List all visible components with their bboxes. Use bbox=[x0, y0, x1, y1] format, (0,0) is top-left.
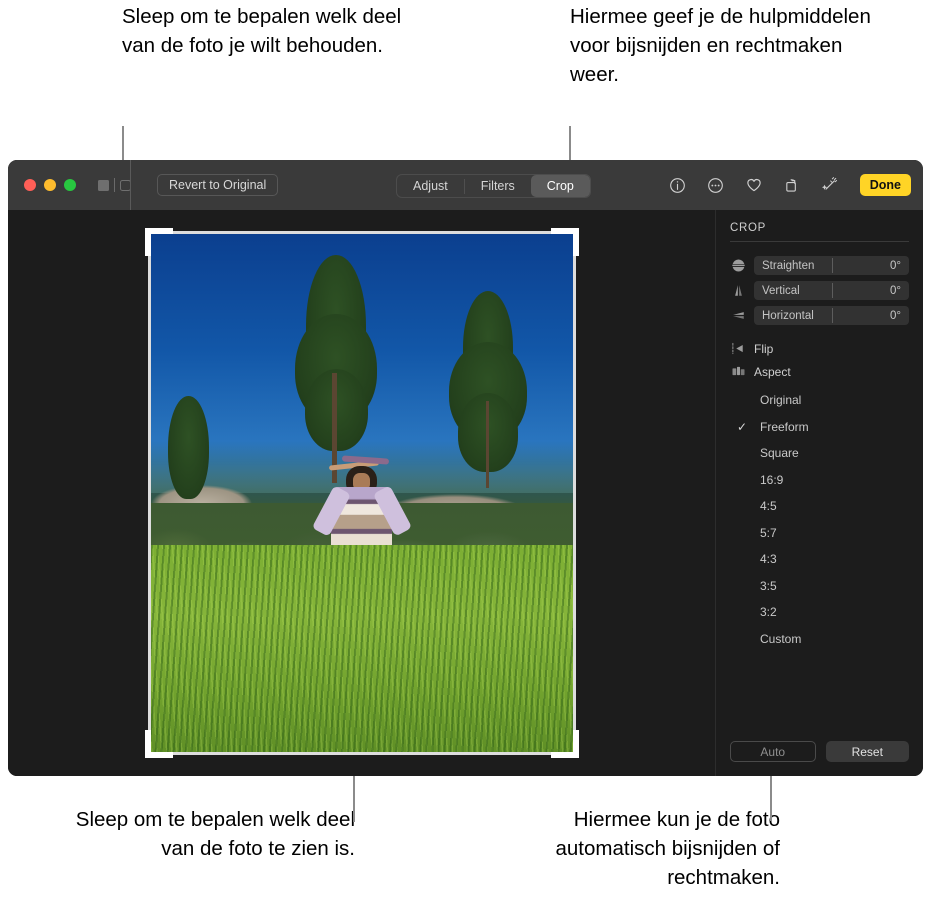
aspect-option-freeform[interactable]: ✓ Freeform bbox=[730, 414, 909, 441]
aspect-option-label: 4:5 bbox=[760, 499, 777, 514]
photo-pine-tree-right bbox=[446, 290, 530, 488]
show-sidebar-icon[interactable] bbox=[98, 179, 109, 191]
aspect-option-square[interactable]: Square bbox=[730, 440, 909, 467]
aspect-option-5-7[interactable]: 5:7 bbox=[730, 520, 909, 547]
revert-to-original-button[interactable]: Revert to Original bbox=[157, 174, 279, 196]
photo-image[interactable] bbox=[150, 234, 573, 752]
aspect-option-label: 4:3 bbox=[760, 552, 777, 567]
vertical-slider-field[interactable]: Vertical 0° bbox=[754, 281, 909, 300]
aspect-icon bbox=[730, 364, 746, 380]
aspect-menu-item[interactable]: Aspect bbox=[730, 360, 909, 383]
slider-row-vertical[interactable]: Vertical 0° bbox=[730, 281, 909, 300]
more-options-icon[interactable] bbox=[706, 175, 726, 195]
tab-adjust[interactable]: Adjust bbox=[397, 175, 464, 197]
toggle-divider bbox=[114, 178, 115, 192]
auto-button[interactable]: Auto bbox=[730, 741, 816, 762]
aspect-label: Aspect bbox=[754, 364, 791, 379]
straighten-center-tick bbox=[831, 258, 833, 273]
photo-canvas[interactable] bbox=[8, 210, 715, 776]
callout-top-left: Sleep om te bepalen welk deel van de fot… bbox=[122, 5, 402, 57]
reset-button[interactable]: Reset bbox=[825, 741, 909, 762]
aspect-option-label: 3:5 bbox=[760, 578, 777, 593]
aspect-option-label: Square bbox=[760, 446, 799, 461]
aspect-option-16-9[interactable]: 16:9 bbox=[730, 467, 909, 494]
crop-edge-bottom[interactable] bbox=[147, 752, 576, 755]
aspect-selected-checkmark-icon: ✓ bbox=[736, 419, 748, 434]
flip-menu-item[interactable]: Flip bbox=[730, 337, 909, 360]
slider-row-straighten[interactable]: Straighten 0° bbox=[730, 256, 909, 275]
rotate-icon[interactable] bbox=[782, 175, 802, 195]
tab-filters[interactable]: Filters bbox=[465, 175, 531, 197]
horizontal-perspective-icon bbox=[730, 308, 746, 324]
info-icon[interactable] bbox=[668, 175, 688, 195]
straighten-slider-field[interactable]: Straighten 0° bbox=[754, 256, 909, 275]
sidebar-toggle-group bbox=[98, 178, 131, 192]
vertical-center-tick bbox=[831, 283, 833, 298]
photo-tall-grass bbox=[150, 544, 573, 752]
aspect-option-4-3[interactable]: 4:3 bbox=[730, 546, 909, 573]
panel-divider bbox=[730, 241, 909, 242]
crop-tools-panel: CROP Straighten 0° Vertical 0° Horizonta… bbox=[715, 210, 923, 776]
screenshot-root: Sleep om te bepalen welk deel van de fot… bbox=[0, 0, 931, 910]
crop-region[interactable] bbox=[144, 228, 579, 758]
flip-label: Flip bbox=[754, 341, 774, 356]
traffic-light-controls bbox=[24, 179, 76, 191]
aspect-option-4-5[interactable]: 4:5 bbox=[730, 493, 909, 520]
minimize-window-button[interactable] bbox=[44, 179, 56, 191]
vertical-value: 0° bbox=[890, 284, 901, 297]
aspect-option-original[interactable]: Original bbox=[730, 387, 909, 414]
aspect-option-3-5[interactable]: 3:5 bbox=[730, 573, 909, 600]
horizontal-center-tick bbox=[831, 308, 833, 323]
panel-footer: Auto Reset bbox=[730, 741, 909, 762]
close-window-button[interactable] bbox=[24, 179, 36, 191]
slider-row-horizontal[interactable]: Horizontal 0° bbox=[730, 306, 909, 325]
tab-crop[interactable]: Crop bbox=[530, 175, 590, 197]
aspect-option-custom[interactable]: Custom bbox=[730, 626, 909, 653]
enhance-magic-wand-icon[interactable] bbox=[820, 175, 840, 195]
aspect-option-3-2[interactable]: 3:2 bbox=[730, 599, 909, 626]
toolbar-divider bbox=[130, 160, 131, 210]
aspect-option-label: 3:2 bbox=[760, 605, 777, 620]
straighten-icon bbox=[730, 258, 746, 274]
vertical-label: Vertical bbox=[762, 284, 800, 297]
done-button[interactable]: Done bbox=[859, 174, 911, 196]
horizontal-slider-field[interactable]: Horizontal 0° bbox=[754, 306, 909, 325]
aspect-option-label: Custom bbox=[760, 631, 802, 646]
aspect-option-label: 16:9 bbox=[760, 472, 784, 487]
aspect-option-label: Original bbox=[760, 393, 802, 408]
zoom-window-button[interactable] bbox=[64, 179, 76, 191]
photos-editor-window: Revert to Original Adjust Filters Crop D… bbox=[8, 160, 923, 776]
window-body: CROP Straighten 0° Vertical 0° Horizonta… bbox=[8, 210, 923, 776]
vertical-perspective-icon bbox=[730, 283, 746, 299]
edit-mode-segmented-control: Adjust Filters Crop bbox=[396, 174, 591, 198]
horizontal-label: Horizontal bbox=[762, 309, 814, 322]
toolbar-icon-group: Done bbox=[668, 160, 911, 210]
horizontal-value: 0° bbox=[890, 309, 901, 322]
straighten-value: 0° bbox=[890, 259, 901, 272]
flip-icon bbox=[730, 341, 746, 357]
crop-edge-right[interactable] bbox=[572, 231, 576, 755]
window-toolbar: Revert to Original Adjust Filters Crop D… bbox=[8, 160, 923, 210]
aspect-ratio-list: Original ✓ Freeform Square 16:9 4:5 5:7 … bbox=[730, 387, 909, 652]
callout-bottom-right: Hiermee kun je de foto automatisch bijsn… bbox=[555, 808, 781, 889]
aspect-option-label: 5:7 bbox=[760, 525, 777, 540]
panel-title: CROP bbox=[730, 222, 767, 234]
photo-pine-tree-small-left bbox=[163, 389, 214, 503]
callout-bottom-left: Sleep om te bepalen welk deel van de fot… bbox=[75, 808, 355, 860]
aspect-option-label: Freeform bbox=[760, 419, 809, 434]
favorite-heart-icon[interactable] bbox=[744, 175, 764, 195]
callout-top-right: Hiermee geef je de hulpmiddelen voor bij… bbox=[570, 5, 871, 86]
straighten-label: Straighten bbox=[762, 259, 815, 272]
